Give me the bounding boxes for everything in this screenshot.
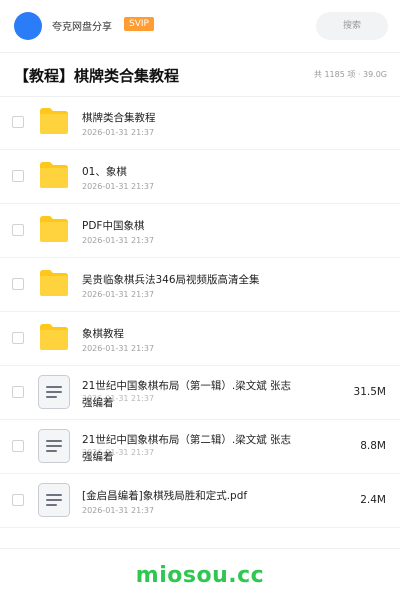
list-item[interactable]: 2026-01-31 21:37 21世纪中国象棋布局（第一辑）.梁文斌 张志强…: [0, 366, 400, 420]
document-icon: [38, 375, 70, 409]
item-name: 吴贵临象棋兵法346局视频版高清全集: [82, 274, 260, 286]
item-checkbox[interactable]: [12, 494, 24, 506]
item-date: 2026-01-31 21:37: [82, 128, 155, 137]
item-name: [金启昌编着]象棋残局胜和定式.pdf: [82, 490, 248, 502]
item-summary: 共 1185 项 · 39.0G: [313, 70, 387, 79]
item-name: 棋牌类合集教程: [82, 112, 156, 124]
item-name: 21世纪中国象棋布局（第一辑）.梁文斌 张志强编着: [82, 380, 292, 409]
item-date: 2026-01-31 21:37: [82, 506, 155, 515]
list-item[interactable]: 象棋教程 2026-01-31 21:37: [0, 312, 400, 366]
list-item[interactable]: 棋牌类合集教程 2026-01-31 21:37: [0, 96, 400, 150]
avatar[interactable]: [14, 12, 42, 40]
item-checkbox[interactable]: [12, 224, 24, 236]
item-size: 2.4M: [360, 494, 386, 506]
list-item[interactable]: [金启昌编着]象棋残局胜和定式.pdf 2026-01-31 21:37 2.4…: [0, 474, 400, 528]
item-name: PDF中国象棋: [82, 220, 145, 232]
item-checkbox[interactable]: [12, 332, 24, 344]
item-checkbox[interactable]: [12, 278, 24, 290]
item-date: 2026-01-31 21:37: [82, 236, 155, 245]
item-size: 31.5M: [353, 386, 386, 398]
item-date: 2026-01-31 21:37: [82, 182, 155, 191]
share-name: 夸克网盘分享: [52, 22, 112, 33]
header: 夸克网盘分享 SVIP 搜索: [0, 0, 400, 53]
folder-icon: [40, 324, 68, 350]
item-date: 2026-01-31 21:37: [82, 344, 155, 353]
title-row: 【教程】棋牌类合集教程 共 1185 项 · 39.0G: [0, 52, 400, 97]
folder-icon: [40, 270, 68, 296]
file-list: 棋牌类合集教程 2026-01-31 21:37 01、象棋 2026-01-3…: [0, 96, 400, 528]
folder-icon: [40, 216, 68, 242]
search-input[interactable]: 搜索: [316, 12, 388, 40]
document-icon: [38, 429, 70, 463]
item-checkbox[interactable]: [12, 386, 24, 398]
list-item[interactable]: 01、象棋 2026-01-31 21:37: [0, 150, 400, 204]
item-checkbox[interactable]: [12, 170, 24, 182]
item-name: 象棋教程: [82, 328, 124, 340]
footer: miosou.cc: [0, 548, 400, 601]
item-date: 2026-01-31 21:37: [82, 290, 155, 299]
list-item[interactable]: 2026-01-31 21:37 21世纪中国象棋布局（第二辑）.梁文斌 张志强…: [0, 420, 400, 474]
list-item[interactable]: 吴贵临象棋兵法346局视频版高清全集 2026-01-31 21:37: [0, 258, 400, 312]
document-icon: [38, 483, 70, 517]
list-item[interactable]: PDF中国象棋 2026-01-31 21:37: [0, 204, 400, 258]
item-name: 01、象棋: [82, 166, 127, 178]
svip-badge: SVIP: [124, 17, 154, 31]
page-title: 【教程】棋牌类合集教程: [14, 67, 180, 85]
item-checkbox[interactable]: [12, 440, 24, 452]
item-size: 8.8M: [360, 440, 386, 452]
watermark: miosou.cc: [135, 563, 265, 588]
item-checkbox[interactable]: [12, 116, 24, 128]
item-name: 21世纪中国象棋布局（第二辑）.梁文斌 张志强编着: [82, 434, 292, 463]
folder-icon: [40, 108, 68, 134]
folder-icon: [40, 162, 68, 188]
